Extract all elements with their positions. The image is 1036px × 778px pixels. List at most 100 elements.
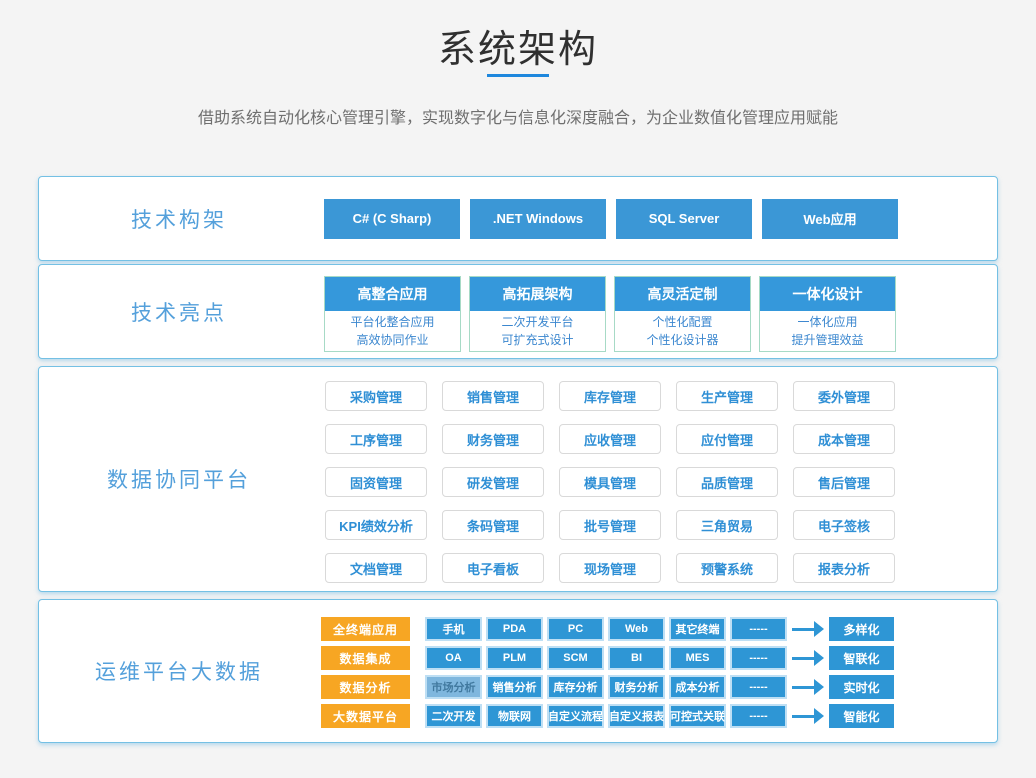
highlight-card-body: 平台化整合应用 高效协同作业 bbox=[325, 311, 460, 351]
ops-items: OA PLM SCM BI MES ----- bbox=[425, 646, 787, 670]
ops-item-button[interactable]: 其它终端 bbox=[669, 617, 726, 641]
ops-row-analysis: 数据分析 市场分析 销售分析 库存分析 财务分析 成本分析 ----- 实时化 bbox=[321, 675, 894, 699]
highlight-cards: 高整合应用 平台化整合应用 高效协同作业 高拓展架构 二次开发平台 可扩充式设计… bbox=[324, 276, 896, 352]
module-button[interactable]: 电子看板 bbox=[442, 553, 544, 583]
tech-button-csharp[interactable]: C# (C Sharp) bbox=[324, 199, 460, 239]
ops-items: 手机 PDA PC Web 其它终端 ----- bbox=[425, 617, 787, 641]
ops-item-button[interactable]: Web bbox=[608, 617, 665, 641]
title-underline bbox=[487, 74, 549, 77]
module-button[interactable]: 研发管理 bbox=[442, 467, 544, 497]
ops-item-button[interactable]: 可控式关联 bbox=[669, 704, 726, 728]
ops-item-button[interactable]: SCM bbox=[547, 646, 604, 670]
arrow-right-icon bbox=[791, 675, 825, 699]
arrow-right-icon bbox=[791, 617, 825, 641]
tech-stack-buttons: C# (C Sharp) .NET Windows SQL Server Web… bbox=[324, 177, 898, 260]
highlight-card-title: 高拓展架构 bbox=[470, 277, 605, 311]
ops-item-button[interactable]: OA bbox=[425, 646, 482, 670]
highlight-card-flexibility: 高灵活定制 个性化配置 个性化设计器 bbox=[614, 276, 751, 352]
ops-item-button[interactable]: MES bbox=[669, 646, 726, 670]
ops-item-button-more[interactable]: ----- bbox=[730, 617, 787, 641]
module-button[interactable]: 条码管理 bbox=[442, 510, 544, 540]
ops-item-button[interactable]: BI bbox=[608, 646, 665, 670]
module-button[interactable]: 电子签核 bbox=[793, 510, 895, 540]
ops-item-button[interactable]: PLM bbox=[486, 646, 543, 670]
ops-item-button[interactable]: 二次开发 bbox=[425, 704, 482, 728]
highlight-line: 二次开发平台 bbox=[470, 313, 605, 331]
ops-item-button[interactable]: 销售分析 bbox=[486, 675, 543, 699]
section-data-platform: 数据协同平台 采购管理 销售管理 库存管理 生产管理 委外管理 工序管理 财务管… bbox=[38, 366, 998, 592]
tech-button-sql-server[interactable]: SQL Server bbox=[616, 199, 752, 239]
module-button[interactable]: 财务管理 bbox=[442, 424, 544, 454]
tech-button-dotnet-windows[interactable]: .NET Windows bbox=[470, 199, 606, 239]
tech-stack-label: 技术构架 bbox=[39, 177, 319, 260]
ops-item-button[interactable]: PDA bbox=[486, 617, 543, 641]
module-button[interactable]: 应收管理 bbox=[559, 424, 661, 454]
module-button[interactable]: 应付管理 bbox=[676, 424, 778, 454]
ops-result-button[interactable]: 实时化 bbox=[829, 675, 894, 699]
module-button[interactable]: 批号管理 bbox=[559, 510, 661, 540]
ops-row-terminals: 全终端应用 手机 PDA PC Web 其它终端 ----- 多样化 bbox=[321, 617, 894, 641]
ops-item-button[interactable]: 市场分析 bbox=[425, 675, 482, 699]
tech-button-web-app[interactable]: Web应用 bbox=[762, 199, 898, 239]
highlight-line: 一体化应用 bbox=[760, 313, 895, 331]
highlight-card-all-in-one: 一体化设计 一体化应用 提升管理效益 bbox=[759, 276, 896, 352]
ops-platform-label: 运维平台大数据 bbox=[39, 600, 319, 742]
ops-category-button[interactable]: 大数据平台 bbox=[321, 704, 410, 728]
highlights-label: 技术亮点 bbox=[39, 265, 319, 358]
ops-items: 二次开发 物联网 自定义流程 自定义报表 可控式关联 ----- bbox=[425, 704, 787, 728]
module-button[interactable]: 现场管理 bbox=[559, 553, 661, 583]
ops-category-button[interactable]: 数据分析 bbox=[321, 675, 410, 699]
ops-item-button-more[interactable]: ----- bbox=[730, 675, 787, 699]
ops-items: 市场分析 销售分析 库存分析 财务分析 成本分析 ----- bbox=[425, 675, 787, 699]
ops-result-button[interactable]: 智联化 bbox=[829, 646, 894, 670]
ops-item-button[interactable]: PC bbox=[547, 617, 604, 641]
module-button[interactable]: 三角贸易 bbox=[676, 510, 778, 540]
module-button[interactable]: 品质管理 bbox=[676, 467, 778, 497]
highlight-line: 高效协同作业 bbox=[325, 331, 460, 349]
module-button[interactable]: 生产管理 bbox=[676, 381, 778, 411]
module-button[interactable]: 成本管理 bbox=[793, 424, 895, 454]
module-button[interactable]: 预警系统 bbox=[676, 553, 778, 583]
ops-category-button[interactable]: 全终端应用 bbox=[321, 617, 410, 641]
module-button[interactable]: 销售管理 bbox=[442, 381, 544, 411]
arrow-right-icon bbox=[791, 704, 825, 728]
ops-item-button-more[interactable]: ----- bbox=[730, 646, 787, 670]
module-button[interactable]: 工序管理 bbox=[325, 424, 427, 454]
ops-item-button[interactable]: 自定义流程 bbox=[547, 704, 604, 728]
ops-item-button[interactable]: 手机 bbox=[425, 617, 482, 641]
ops-item-button[interactable]: 物联网 bbox=[486, 704, 543, 728]
ops-item-button[interactable]: 成本分析 bbox=[669, 675, 726, 699]
highlight-card-body: 个性化配置 个性化设计器 bbox=[615, 311, 750, 351]
page-title: 系统架构 bbox=[0, 18, 1036, 73]
module-button[interactable]: 售后管理 bbox=[793, 467, 895, 497]
section-ops-platform: 运维平台大数据 全终端应用 手机 PDA PC Web 其它终端 ----- 多… bbox=[38, 599, 998, 743]
module-button[interactable]: 采购管理 bbox=[325, 381, 427, 411]
highlight-card-title: 高整合应用 bbox=[325, 277, 460, 311]
highlight-card-title: 高灵活定制 bbox=[615, 277, 750, 311]
highlight-card-extensibility: 高拓展架构 二次开发平台 可扩充式设计 bbox=[469, 276, 606, 352]
data-platform-label: 数据协同平台 bbox=[39, 367, 319, 591]
module-button[interactable]: 报表分析 bbox=[793, 553, 895, 583]
ops-result-button[interactable]: 多样化 bbox=[829, 617, 894, 641]
highlight-line: 可扩充式设计 bbox=[470, 331, 605, 349]
ops-category-button[interactable]: 数据集成 bbox=[321, 646, 410, 670]
module-button[interactable]: 文档管理 bbox=[325, 553, 427, 583]
ops-item-button-more[interactable]: ----- bbox=[730, 704, 787, 728]
module-button[interactable]: 固资管理 bbox=[325, 467, 427, 497]
module-button[interactable]: 模具管理 bbox=[559, 467, 661, 497]
page-subtitle: 借助系统自动化核心管理引擎，实现数字化与信息化深度融合，为企业数值化管理应用赋能 bbox=[0, 104, 1036, 128]
ops-item-button[interactable]: 库存分析 bbox=[547, 675, 604, 699]
module-button[interactable]: 库存管理 bbox=[559, 381, 661, 411]
ops-item-button[interactable]: 自定义报表 bbox=[608, 704, 665, 728]
highlight-line: 平台化整合应用 bbox=[325, 313, 460, 331]
highlight-card-body: 一体化应用 提升管理效益 bbox=[760, 311, 895, 351]
ops-row-integration: 数据集成 OA PLM SCM BI MES ----- 智联化 bbox=[321, 646, 894, 670]
highlight-line: 个性化设计器 bbox=[615, 331, 750, 349]
ops-item-button[interactable]: 财务分析 bbox=[608, 675, 665, 699]
module-button[interactable]: 委外管理 bbox=[793, 381, 895, 411]
ops-rows: 全终端应用 手机 PDA PC Web 其它终端 ----- 多样化 数据集成 … bbox=[321, 617, 894, 733]
module-button[interactable]: KPI绩效分析 bbox=[325, 510, 427, 540]
module-grid: 采购管理 销售管理 库存管理 生产管理 委外管理 工序管理 财务管理 应收管理 … bbox=[325, 381, 895, 583]
ops-result-button[interactable]: 智能化 bbox=[829, 704, 894, 728]
section-tech-stack: 技术构架 C# (C Sharp) .NET Windows SQL Serve… bbox=[38, 176, 998, 261]
